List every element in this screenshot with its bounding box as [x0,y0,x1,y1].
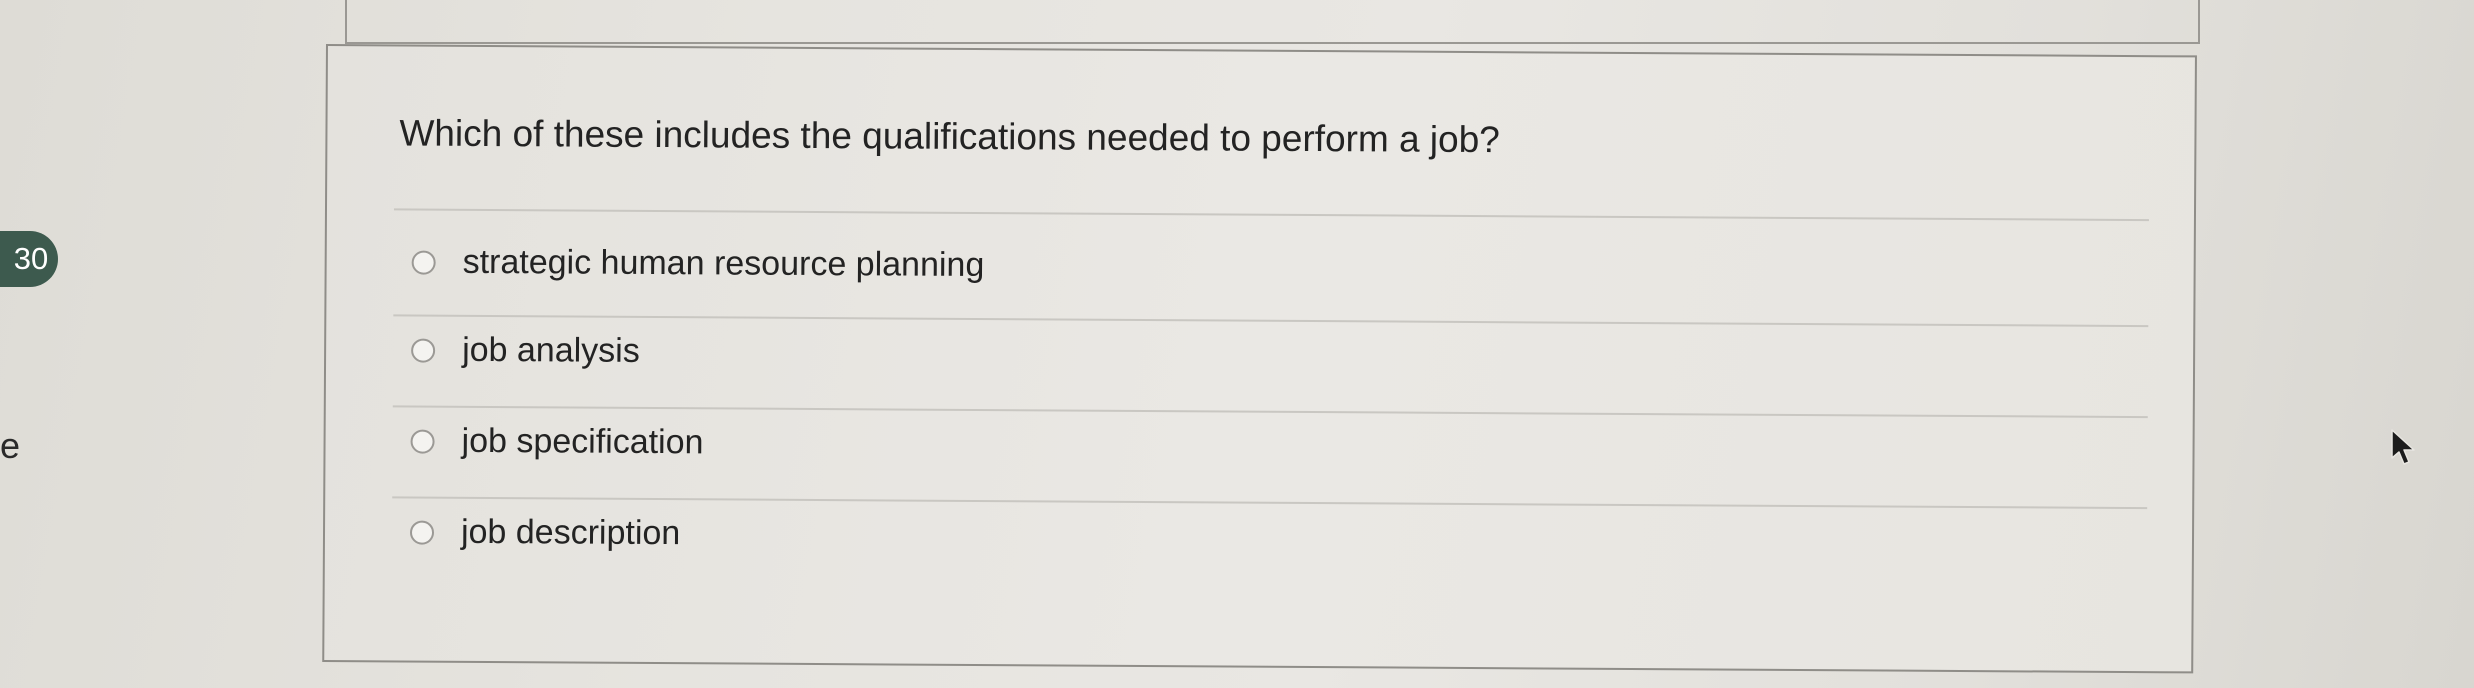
answer-option-label[interactable]: strategic human resource planning [463,243,985,284]
question-text: Which of these includes the qualificatio… [399,112,1500,161]
radio-unchecked-icon[interactable] [410,429,435,454]
answer-option[interactable]: job description [391,496,2148,599]
radio-unchecked-icon[interactable] [411,250,436,275]
mouse-pointer-icon [2391,429,2415,465]
answer-option-label[interactable]: job specification [461,422,703,461]
answer-options: strategic human resource planning job an… [391,228,2149,599]
radio-unchecked-icon[interactable] [411,338,436,363]
answer-option-label[interactable]: job description [461,513,680,552]
answer-option[interactable]: strategic human resource planning [393,228,2148,325]
question-number-badge: 30 [0,231,58,287]
question-card: Which of these includes the qualificatio… [322,44,2197,674]
radio-unchecked-icon[interactable] [409,520,435,545]
side-text-fragment: e [0,425,21,466]
answer-option-label[interactable]: job analysis [462,331,640,370]
previous-question-card-edge [345,0,2200,44]
divider [393,208,2149,222]
answer-option[interactable]: job specification [392,405,2148,508]
answer-option[interactable]: job analysis [392,314,2149,417]
